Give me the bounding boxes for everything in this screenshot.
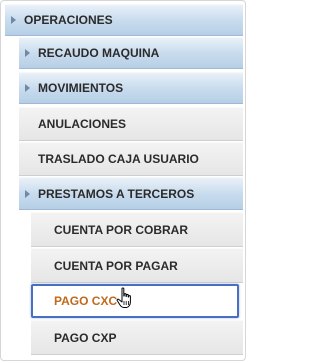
menu-item-recaudo-maquina[interactable]: RECAUDO MAQUINA [19,37,243,69]
menu-item-label: PRESTAMOS A TERCEROS [38,186,195,201]
menu-item-pago-cxp[interactable]: PAGO CXP [31,320,243,355]
expand-arrow-icon [11,16,16,24]
menu-item-label: CUENTA POR PAGAR [54,258,178,273]
menu-item-label: ANULACIONES [38,117,127,131]
menu-item-label: MOVIMIENTOS [38,81,124,95]
expand-arrow-icon [25,189,30,198]
menu-item-movimientos[interactable]: MOVIMIENTOS [19,72,243,104]
menu-item-cuenta-por-cobrar[interactable]: CUENTA POR COBRAR [31,212,243,247]
menu-item-prestamos-a-terceros[interactable]: PRESTAMOS A TERCEROS [19,177,243,210]
menu-item-anulaciones[interactable]: ANULACIONES [19,107,243,141]
expand-arrow-icon [25,49,30,57]
menu-item-operaciones[interactable]: OPERACIONES [5,4,243,36]
menu-item-label: OPERACIONES [24,13,113,27]
menu-item-label: PAGO CXC [54,294,118,308]
menu-item-pago-cxc[interactable]: PAGO CXC [31,284,239,318]
side-menu: OPERACIONES RECAUDO MAQUINA MOVIMIENTOS … [5,4,243,361]
menu-item-label: RECAUDO MAQUINA [38,46,160,60]
hand-pointer-icon [116,287,131,308]
menu-item-traslado-caja-usuario[interactable]: TRASLADO CAJA USUARIO [19,142,243,176]
expand-arrow-icon [25,84,30,92]
menu-item-label: PAGO CXP [54,330,117,345]
menu-item-cuenta-por-pagar[interactable]: CUENTA POR PAGAR [31,248,243,283]
menu-item-label: CUENTA POR COBRAR [54,222,188,237]
menu-panel: OPERACIONES RECAUDO MAQUINA MOVIMIENTOS … [0,0,246,361]
menu-item-label: TRASLADO CAJA USUARIO [38,152,199,166]
